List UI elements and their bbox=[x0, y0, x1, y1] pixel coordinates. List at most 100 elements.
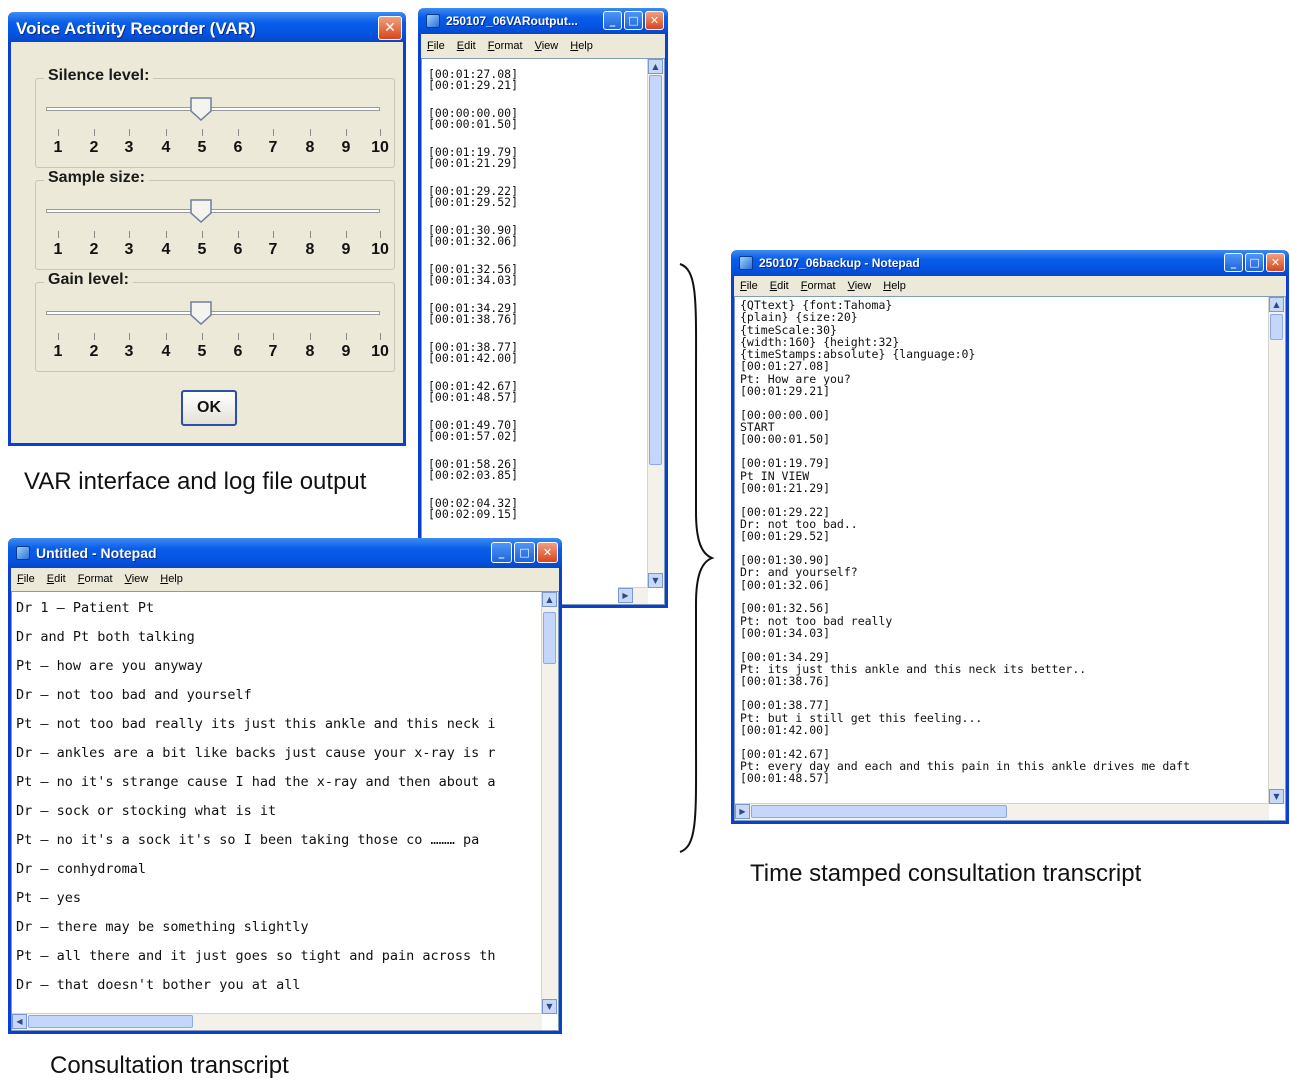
menu-view[interactable]: View bbox=[535, 40, 559, 52]
timestamp: [00:01:32.06] bbox=[428, 234, 519, 248]
scale-number: 5 bbox=[197, 241, 207, 258]
backup-horizontal-scrollbar[interactable]: ◀ ▶ bbox=[735, 803, 1269, 820]
text-line: [00:01:29.52] bbox=[740, 529, 831, 544]
menu-help[interactable]: Help bbox=[570, 40, 593, 52]
menu-view[interactable]: View bbox=[848, 280, 872, 292]
text-line: [00:01:27.08] bbox=[740, 359, 831, 374]
maximize-icon[interactable]: □ bbox=[514, 542, 535, 563]
slider-label: Gain level: bbox=[44, 271, 133, 289]
minimize-icon[interactable]: _ bbox=[1224, 253, 1243, 272]
text-line: Pt – all there and it just goes so tight… bbox=[16, 948, 496, 964]
log-text-area[interactable]: [00:01:27.08] [00:01:29.21] [00:00:00.00][… bbox=[421, 58, 665, 605]
tick-mark bbox=[238, 231, 239, 238]
hscroll-thumb[interactable] bbox=[751, 805, 1007, 818]
slider-thumb[interactable] bbox=[190, 97, 212, 121]
scale-number: 5 bbox=[197, 343, 207, 360]
tick-mark bbox=[166, 231, 167, 238]
maximize-icon[interactable]: □ bbox=[1245, 253, 1264, 272]
scroll-thumb[interactable] bbox=[1270, 314, 1283, 340]
timestamp: [00:01:34.03] bbox=[428, 273, 519, 287]
minimize-icon[interactable]: _ bbox=[603, 11, 622, 30]
close-icon[interactable]: ✕ bbox=[1266, 253, 1285, 272]
maximize-icon[interactable]: □ bbox=[624, 11, 643, 30]
menu-help[interactable]: Help bbox=[160, 573, 183, 585]
text-line: [00:01:38.76] bbox=[740, 674, 831, 689]
timestamp: [00:02:03.85] bbox=[428, 468, 519, 482]
scroll-left-icon[interactable]: ◀ bbox=[12, 1014, 27, 1029]
backup-vertical-scrollbar[interactable]: ▲ ▼ bbox=[1268, 297, 1285, 804]
caption-timestamped: Time stamped consultation transcript bbox=[750, 860, 1142, 887]
tick-mark bbox=[94, 231, 95, 238]
scale-number: 1 bbox=[53, 139, 63, 156]
timestamp: [00:01:42.00] bbox=[428, 351, 519, 365]
tick-mark bbox=[129, 231, 130, 238]
text-line: Pt – no it's strange cause I had the x-r… bbox=[16, 774, 496, 790]
scroll-up-icon[interactable]: ▲ bbox=[648, 59, 663, 74]
scroll-down-icon[interactable]: ▼ bbox=[1269, 789, 1284, 804]
ok-button[interactable]: OK bbox=[181, 390, 237, 426]
text-line: Pt – how are you anyway bbox=[16, 658, 203, 674]
tick-mark bbox=[238, 333, 239, 340]
log-vertical-scrollbar[interactable]: ▲ ▼ bbox=[647, 59, 664, 588]
menu-view[interactable]: View bbox=[125, 573, 149, 585]
backup-title: 250107_06backup - Notepad bbox=[759, 256, 920, 270]
text-line: Pt – not too bad really its just this an… bbox=[16, 716, 496, 732]
scale-number: 6 bbox=[233, 343, 243, 360]
slider-track[interactable] bbox=[46, 209, 380, 213]
transcript-vertical-scrollbar[interactable]: ▲ ▼ bbox=[541, 592, 558, 1014]
menu-edit[interactable]: Edit bbox=[457, 40, 476, 52]
menu-edit[interactable]: Edit bbox=[770, 280, 789, 292]
log-entry: [00:01:19.79] [00:01:21.29] bbox=[428, 146, 518, 169]
backup-titlebar[interactable]: 250107_06backup - Notepad _ □ ✕ bbox=[731, 250, 1289, 276]
slider-thumb[interactable] bbox=[190, 199, 212, 223]
close-icon[interactable]: ✕ bbox=[378, 16, 402, 40]
log-titlebar[interactable]: 250107_06VARoutput... _ □ ✕ bbox=[418, 8, 668, 34]
log-entry: [00:01:34.29] [00:01:38.76] bbox=[428, 302, 518, 325]
menu-file[interactable]: File bbox=[427, 40, 445, 52]
tick-mark bbox=[94, 333, 95, 340]
menu-help[interactable]: Help bbox=[883, 280, 906, 292]
menu-format[interactable]: Format bbox=[488, 40, 523, 52]
tick-mark bbox=[166, 129, 167, 136]
close-icon[interactable]: ✕ bbox=[537, 542, 558, 563]
scroll-down-icon[interactable]: ▼ bbox=[542, 999, 557, 1014]
scroll-up-icon[interactable]: ▲ bbox=[542, 592, 557, 607]
scale-number: 1 bbox=[53, 241, 63, 258]
timestamp: [00:01:48.57] bbox=[428, 390, 519, 404]
timestamp: [00:01:29.52] bbox=[428, 195, 519, 209]
menu-edit[interactable]: Edit bbox=[47, 573, 66, 585]
backup-text-area[interactable]: {QTtext} {font:Tahoma} {plain} {size:20}{… bbox=[734, 296, 1286, 821]
close-icon[interactable]: ✕ bbox=[645, 11, 664, 30]
var-titlebar[interactable]: Voice Activity Recorder (VAR) ✕ bbox=[8, 12, 406, 42]
transcript-titlebar[interactable]: Untitled - Notepad _ □ ✕ bbox=[8, 538, 562, 568]
scale-number: 3 bbox=[124, 241, 134, 258]
menu-format[interactable]: Format bbox=[801, 280, 836, 292]
menu-format[interactable]: Format bbox=[78, 573, 113, 585]
scroll-right-icon[interactable]: ▶ bbox=[735, 804, 750, 819]
text-line bbox=[740, 736, 1190, 748]
slider-track[interactable] bbox=[46, 311, 380, 315]
slider-track[interactable] bbox=[46, 107, 380, 111]
scroll-thumb[interactable] bbox=[543, 612, 556, 664]
tick-mark bbox=[346, 333, 347, 340]
tick-mark bbox=[380, 231, 381, 238]
slider-scale: 1 2 3 4 5 6 7 8 9 10 bbox=[36, 343, 389, 363]
slider-thumb[interactable] bbox=[190, 301, 212, 325]
minimize-icon[interactable]: _ bbox=[491, 542, 512, 563]
scale-number: 9 bbox=[341, 343, 351, 360]
menu-file[interactable]: File bbox=[17, 573, 35, 585]
scroll-down-icon[interactable]: ▼ bbox=[648, 573, 663, 588]
backup-window: 250107_06backup - Notepad _ □ ✕ File Edit… bbox=[731, 250, 1289, 824]
scroll-right-icon[interactable]: ▶ bbox=[618, 588, 633, 603]
scroll-up-icon[interactable]: ▲ bbox=[1269, 297, 1284, 312]
scroll-thumb[interactable] bbox=[649, 75, 662, 465]
log-entry: [00:01:38.77] [00:01:42.00] bbox=[428, 341, 519, 365]
menu-file[interactable]: File bbox=[740, 280, 758, 292]
transcript-horizontal-scrollbar[interactable]: ◀ bbox=[12, 1013, 542, 1030]
hscroll-thumb[interactable] bbox=[28, 1015, 193, 1028]
transcript-text-area[interactable]: Dr 1 – Patient Pt Dr and Pt both talking P… bbox=[11, 591, 559, 1031]
log-horizontal-scrollbar[interactable]: ▶ bbox=[618, 587, 648, 604]
scale-number: 10 bbox=[371, 241, 389, 258]
transcript-menubar: File Edit Format View Help bbox=[11, 569, 559, 589]
notepad-icon bbox=[426, 14, 440, 28]
